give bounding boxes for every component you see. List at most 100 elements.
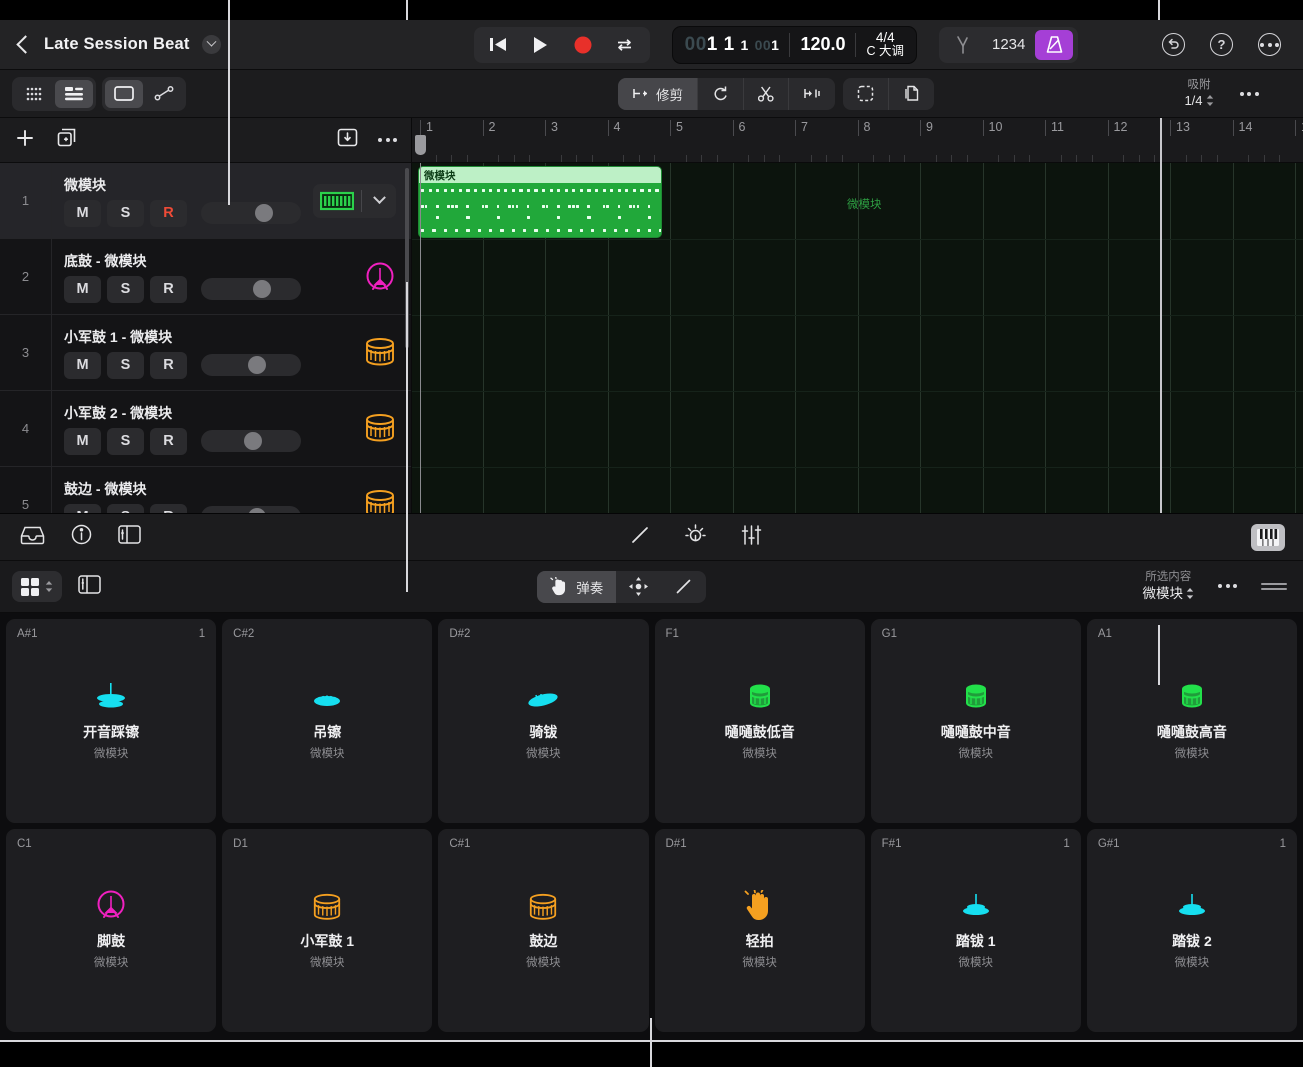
- library-icon[interactable]: [20, 525, 45, 550]
- side-panel-icon[interactable]: [78, 574, 101, 599]
- mute-button[interactable]: M: [64, 427, 101, 455]
- annotation-guide-7: [650, 1018, 652, 1067]
- midi-note: [545, 229, 549, 232]
- volume-slider[interactable]: [201, 430, 301, 452]
- piano-keyboard-icon[interactable]: [1251, 523, 1285, 551]
- lcd-display[interactable]: 00 1 1 1 00 1 120.0 4/4 C 大调: [671, 25, 917, 64]
- tuning-fork-icon[interactable]: [944, 30, 982, 60]
- track-row[interactable]: 1 微模块 M S R: [0, 163, 411, 239]
- playhead-handle[interactable]: [415, 135, 426, 155]
- drum-pad[interactable]: F#1 1 踏钹 1 微模块: [870, 828, 1081, 1032]
- back-icon[interactable]: [16, 35, 35, 54]
- mute-button[interactable]: M: [64, 503, 101, 513]
- pad-badge: 1: [198, 628, 206, 640]
- move-mode-button[interactable]: [616, 571, 661, 603]
- track-row[interactable]: 5 鼓边 - 微模块 M S R: [0, 467, 411, 513]
- metronome-icon[interactable]: [1035, 29, 1074, 60]
- dashed-square-icon[interactable]: [843, 77, 889, 110]
- list-lines-icon[interactable]: [55, 79, 93, 108]
- track-area-more-icon[interactable]: [1239, 91, 1259, 96]
- snap-control[interactable]: 吸附 1/4: [1184, 78, 1213, 109]
- mute-button[interactable]: M: [64, 199, 101, 227]
- split-tool-button[interactable]: [789, 78, 835, 110]
- track-list-more-icon[interactable]: [378, 138, 397, 142]
- drum-pad[interactable]: D#1 轻拍 微模块: [654, 828, 865, 1032]
- record-arm-button[interactable]: R: [150, 351, 187, 379]
- snare-drum-icon[interactable]: [349, 336, 411, 370]
- play-mode-button[interactable]: 弹奏: [537, 570, 617, 603]
- timeline-canvas[interactable]: 123456789101112131415 微模块 微模块: [412, 118, 1303, 513]
- mute-button[interactable]: M: [64, 351, 101, 379]
- drum-pad[interactable]: D1 小军鼓 1 微模块: [222, 828, 433, 1032]
- ruler-tick: [841, 155, 843, 162]
- record-arm-button[interactable]: R: [150, 503, 187, 513]
- mute-button[interactable]: M: [64, 275, 101, 303]
- play-icon[interactable]: [522, 30, 560, 60]
- midi-keyboard-icon[interactable]: [313, 190, 361, 212]
- import-down-icon[interactable]: [337, 128, 358, 152]
- trim-tool-button[interactable]: 修剪: [618, 77, 698, 110]
- drag-handle-icon[interactable]: [1261, 582, 1287, 590]
- drum-pad[interactable]: A1 嗵嗵鼓高音 微模块: [1086, 619, 1297, 823]
- grid-line: [920, 163, 921, 513]
- rounded-rect-icon[interactable]: [105, 79, 143, 108]
- cycle-icon[interactable]: [606, 30, 644, 60]
- volume-slider[interactable]: [201, 202, 301, 224]
- kick-drum-icon[interactable]: [349, 258, 411, 296]
- track-row[interactable]: 3 小军鼓 1 - 微模块 M S R: [0, 315, 411, 391]
- secondary-playhead[interactable]: [1160, 118, 1162, 513]
- solo-button[interactable]: S: [107, 427, 144, 455]
- draw-mode-button[interactable]: [661, 571, 706, 603]
- record-arm-button[interactable]: R: [150, 275, 187, 303]
- view-toggles-group: [0, 76, 412, 111]
- drum-pad[interactable]: G1 嗵嗵鼓中音 微模块: [870, 619, 1081, 823]
- more-options-icon[interactable]: [1258, 33, 1281, 56]
- track-row[interactable]: 4 小军鼓 2 - 微模块 M S R: [0, 391, 411, 467]
- inspector-panel-icon[interactable]: [118, 525, 141, 549]
- ruler[interactable]: 123456789101112131415: [412, 118, 1303, 163]
- drum-pad[interactable]: A#1 1 开音踩镲 微模块: [6, 619, 217, 823]
- volume-slider[interactable]: [201, 278, 301, 300]
- plus-icon[interactable]: [14, 127, 36, 154]
- sliders-icon[interactable]: [741, 524, 762, 550]
- count-in-value[interactable]: 1234: [984, 36, 1033, 53]
- chevron-down-icon[interactable]: [362, 191, 396, 205]
- rewind-icon[interactable]: [480, 30, 518, 60]
- record-icon[interactable]: [564, 30, 602, 60]
- scissors-tool-button[interactable]: [744, 77, 789, 110]
- snare-drum-icon[interactable]: [349, 412, 411, 446]
- track-instrument-control[interactable]: [313, 183, 396, 218]
- pencil-icon[interactable]: [630, 525, 650, 550]
- volume-slider[interactable]: [201, 354, 301, 376]
- snare-drum-icon[interactable]: [349, 488, 411, 513]
- solo-button[interactable]: S: [107, 199, 144, 227]
- solo-button[interactable]: S: [107, 503, 144, 513]
- help-icon[interactable]: ?: [1210, 33, 1233, 56]
- record-arm-button[interactable]: R: [150, 427, 187, 455]
- volume-slider[interactable]: [201, 506, 301, 513]
- record-arm-button[interactable]: R: [150, 199, 187, 227]
- solo-button[interactable]: S: [107, 275, 144, 303]
- drum-pad[interactable]: F1 嗵嗵鼓低音 微模块: [654, 619, 865, 823]
- info-icon[interactable]: [71, 524, 92, 550]
- drum-pad[interactable]: G#1 1 踏钹 2 微模块: [1086, 828, 1297, 1032]
- drum-pad[interactable]: C#1 鼓边 微模块: [438, 828, 649, 1032]
- add-copy-icon[interactable]: [56, 127, 77, 153]
- drum-pad[interactable]: C1 脚鼓 微模块: [6, 828, 217, 1032]
- midi-region[interactable]: 微模块: [418, 166, 662, 238]
- drum-pad[interactable]: C#2 吊镲 微模块: [222, 619, 433, 823]
- chevron-down-icon[interactable]: [201, 35, 221, 54]
- grid-squares-icon[interactable]: [12, 571, 62, 602]
- selection-info[interactable]: 所选内容 微模块: [1143, 570, 1195, 602]
- automation-node-icon[interactable]: [145, 80, 183, 108]
- brightness-icon[interactable]: [685, 524, 706, 550]
- solo-button[interactable]: S: [107, 351, 144, 379]
- track-row[interactable]: 2 底鼓 - 微模块 M S R: [0, 239, 411, 315]
- undo-icon[interactable]: [1162, 33, 1185, 56]
- drum-pad[interactable]: D#2 骑钹 微模块: [438, 619, 649, 823]
- playhead[interactable]: [420, 163, 421, 513]
- copy-pages-icon[interactable]: [889, 78, 934, 110]
- loop-tool-button[interactable]: [698, 77, 744, 110]
- pad-more-icon[interactable]: [1218, 584, 1237, 589]
- grid-dots-icon[interactable]: [15, 80, 53, 108]
